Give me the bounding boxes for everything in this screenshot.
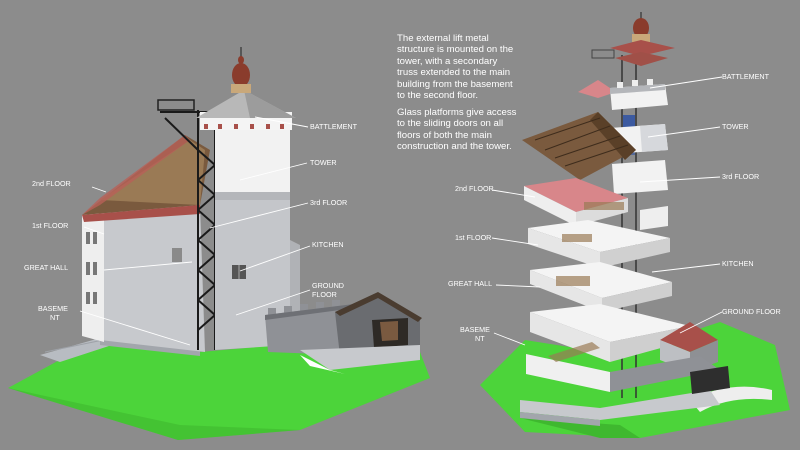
right-second-floor [524, 178, 628, 226]
right-label-first-floor: 1st FLOOR [455, 233, 491, 242]
left-label-basement-line1: BASEME [38, 304, 68, 313]
left-label-second-floor: 2nd FLOOR [32, 179, 71, 188]
left-label-third-floor: 3rd FLOOR [310, 198, 347, 207]
right-battlement-floor [578, 79, 668, 110]
description-lift-structure: The external lift metal structure is mou… [397, 33, 514, 102]
left-label-basement-line2: NT [50, 313, 60, 322]
right-label-great-hall: GREAT HALL [448, 279, 492, 288]
left-label-kitchen: KITCHEN [312, 240, 344, 249]
right-label-kitchen: KITCHEN [722, 259, 754, 268]
right-label-tower: TOWER [722, 122, 749, 131]
right-label-second-floor: 2nd FLOOR [455, 184, 494, 193]
left-castle-assembled [8, 47, 430, 440]
right-label-ground-floor: GROUND FLOOR [722, 307, 781, 316]
left-label-first-floor: 1st FLOOR [32, 221, 68, 230]
left-label-ground-floor-line1: GROUND [312, 281, 344, 290]
left-label-battlement: BATTLEMENT [310, 122, 358, 131]
right-label-third-floor: 3rd FLOOR [722, 172, 759, 181]
right-label-basement-line2: NT [475, 334, 485, 343]
right-third-floor [612, 160, 668, 194]
right-label-basement-line1: BASEME [460, 325, 490, 334]
left-onion-dome [232, 63, 250, 87]
right-label-battlement: BATTLEMENT [722, 72, 770, 81]
right-tower-top [591, 12, 675, 66]
description-glass-platforms: Glass platforms give access to the slidi… [397, 107, 517, 153]
castle-diagram: BATTLEMENT TOWER 3rd FLOOR KITCHEN GROUN… [0, 0, 800, 450]
left-label-tower: TOWER [310, 158, 337, 167]
left-label-great-hall: GREAT HALL [24, 263, 68, 272]
left-label-ground-floor-line2: FLOOR [312, 290, 337, 299]
